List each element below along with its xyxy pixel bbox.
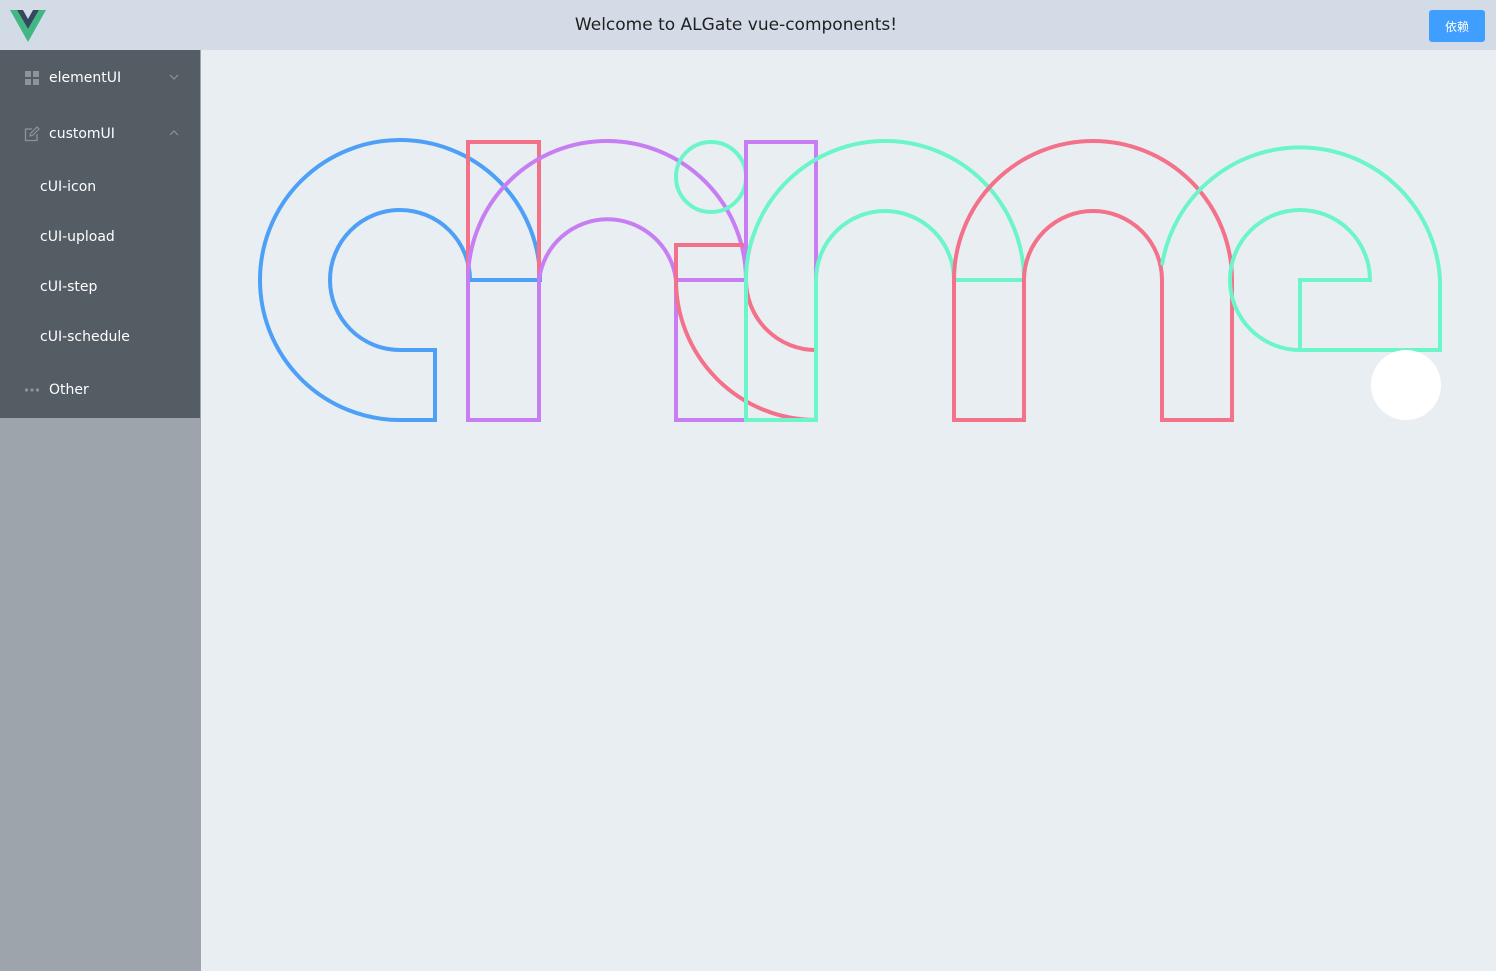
sidebar-subitem-cui-icon[interactable]: cUI-icon	[0, 162, 200, 212]
letter-a-shape	[258, 138, 543, 422]
main-content	[201, 50, 1496, 971]
letter-i-dot	[674, 140, 748, 214]
anime-logo-graphic	[258, 138, 1442, 423]
sidebar-item-elementui[interactable]: elementUI	[0, 50, 200, 106]
sidebar-item-label: elementUI	[49, 70, 122, 86]
chevron-down-icon	[169, 74, 179, 80]
sidebar-item-label: Other	[49, 382, 89, 398]
letter-m-arch-1	[744, 139, 1027, 422]
chevron-up-icon	[169, 130, 179, 136]
sidebar-subitem-cui-schedule[interactable]: cUI-schedule	[0, 312, 200, 362]
anime-dot	[1371, 350, 1441, 420]
sidebar-item-customui[interactable]: customUI	[0, 106, 200, 162]
sidebar-menu: elementUI customUI cUI-icon cUI-upload c…	[0, 50, 200, 418]
sidebar-item-label: customUI	[49, 126, 115, 142]
sidebar-subitem-cui-step[interactable]: cUI-step	[0, 262, 200, 312]
grid-icon	[25, 71, 39, 85]
sidebar-subitem-cui-upload[interactable]: cUI-upload	[0, 212, 200, 262]
app-header: Welcome to ALGate vue-components! 依赖	[0, 0, 1496, 50]
more-icon	[24, 388, 40, 392]
sidebar-item-other[interactable]: Other	[0, 362, 200, 418]
page-title: Welcome to ALGate vue-components!	[574, 15, 898, 35]
dependency-button[interactable]: 依赖	[1429, 10, 1485, 42]
letter-m-stem	[744, 140, 818, 422]
edit-icon	[24, 126, 40, 142]
vue-logo-icon	[10, 10, 46, 42]
letter-e-shape	[1160, 145, 1442, 352]
sidebar: elementUI customUI cUI-icon cUI-upload c…	[0, 50, 201, 971]
